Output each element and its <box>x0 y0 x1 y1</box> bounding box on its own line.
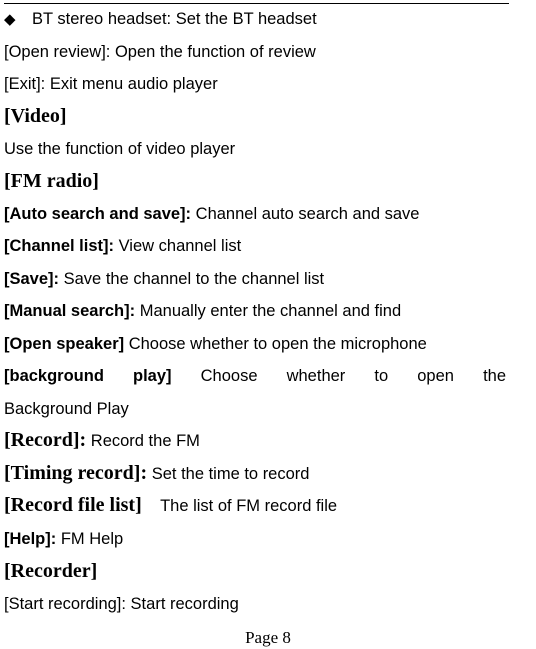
header-rule <box>4 3 509 4</box>
diamond-bullet-icon: ◆ <box>4 11 16 28</box>
fm-item-timing-record: [Timing record]: Set the time to record <box>4 463 309 484</box>
fm-item-auto-search: [Auto search and save]: Channel auto sea… <box>4 204 419 224</box>
video-heading: [Video] <box>4 105 67 127</box>
fm-item-channel-list: [Channel list]: View channel list <box>4 236 241 256</box>
fm-item-desc: Record the FM <box>90 432 200 450</box>
fm-item-desc: Choose whether to open the microphone <box>128 335 427 353</box>
fm-item-save: [Save]: Save the channel to the channel … <box>4 269 324 289</box>
fm-item-term: [Record file list] <box>4 494 142 516</box>
fm-item-desc: Manually enter the channel and find <box>139 302 402 320</box>
background-play-continuation: Background Play <box>4 400 129 418</box>
fm-item-desc: The list of FM record file <box>160 497 338 515</box>
fm-item-desc: Set the time to record <box>151 465 310 483</box>
start-recording-item: [Start recording]: Start recording <box>4 595 239 613</box>
fm-item-open-speaker: [Open speaker] Choose whether to open th… <box>4 334 427 354</box>
background-play-desc-word: open <box>417 367 454 385</box>
fm-item-term: [Open speaker] <box>4 335 125 353</box>
fm-item-term: [Channel list]: <box>4 237 114 255</box>
fm-item-help: [Help]: FM Help <box>4 529 123 549</box>
recorder-heading: [Recorder] <box>4 560 98 582</box>
fm-radio-heading: [FM radio] <box>4 170 99 192</box>
fm-item-record: [Record]: Record the FM <box>4 430 200 451</box>
fm-item-desc: FM Help <box>60 530 124 548</box>
background-play-desc-word: whether <box>286 367 346 385</box>
background-play-term-word: [background <box>4 367 104 385</box>
fm-item-record-file-list: [Record file list] The list of FM record… <box>4 495 337 516</box>
fm-item-desc: Save the channel to the channel list <box>63 270 325 288</box>
background-play-desc-word: the <box>483 367 506 385</box>
background-play-desc-word: Choose <box>200 367 258 385</box>
fm-item-term: [Record]: <box>4 429 87 451</box>
fm-item-term: [Manual search]: <box>4 302 136 320</box>
bullet-item-text: BT stereo headset: Set the BT headset <box>32 10 317 28</box>
fm-item-term: [Timing record]: <box>4 462 148 484</box>
video-description: Use the function of video player <box>4 140 236 158</box>
open-review-item: [Open review]: Open the function of revi… <box>4 43 316 61</box>
fm-item-term: [Help]: <box>4 530 57 548</box>
fm-item-background-play: [background play] Choose whether to open… <box>4 366 506 386</box>
exit-item: [Exit]: Exit menu audio player <box>4 75 218 93</box>
page-number: Page 8 <box>245 628 291 647</box>
fm-item-term: [Auto search and save]: <box>4 205 192 223</box>
fm-item-desc: Channel auto search and save <box>195 205 420 223</box>
background-play-desc-word: to <box>374 367 389 385</box>
fm-item-desc: View channel list <box>118 237 242 255</box>
fm-item-term: [Save]: <box>4 270 60 288</box>
background-play-term-word: play] <box>133 367 172 385</box>
fm-item-manual-search: [Manual search]: Manually enter the chan… <box>4 301 401 321</box>
bullet-item: ◆ BT stereo headset: Set the BT headset <box>4 9 317 30</box>
